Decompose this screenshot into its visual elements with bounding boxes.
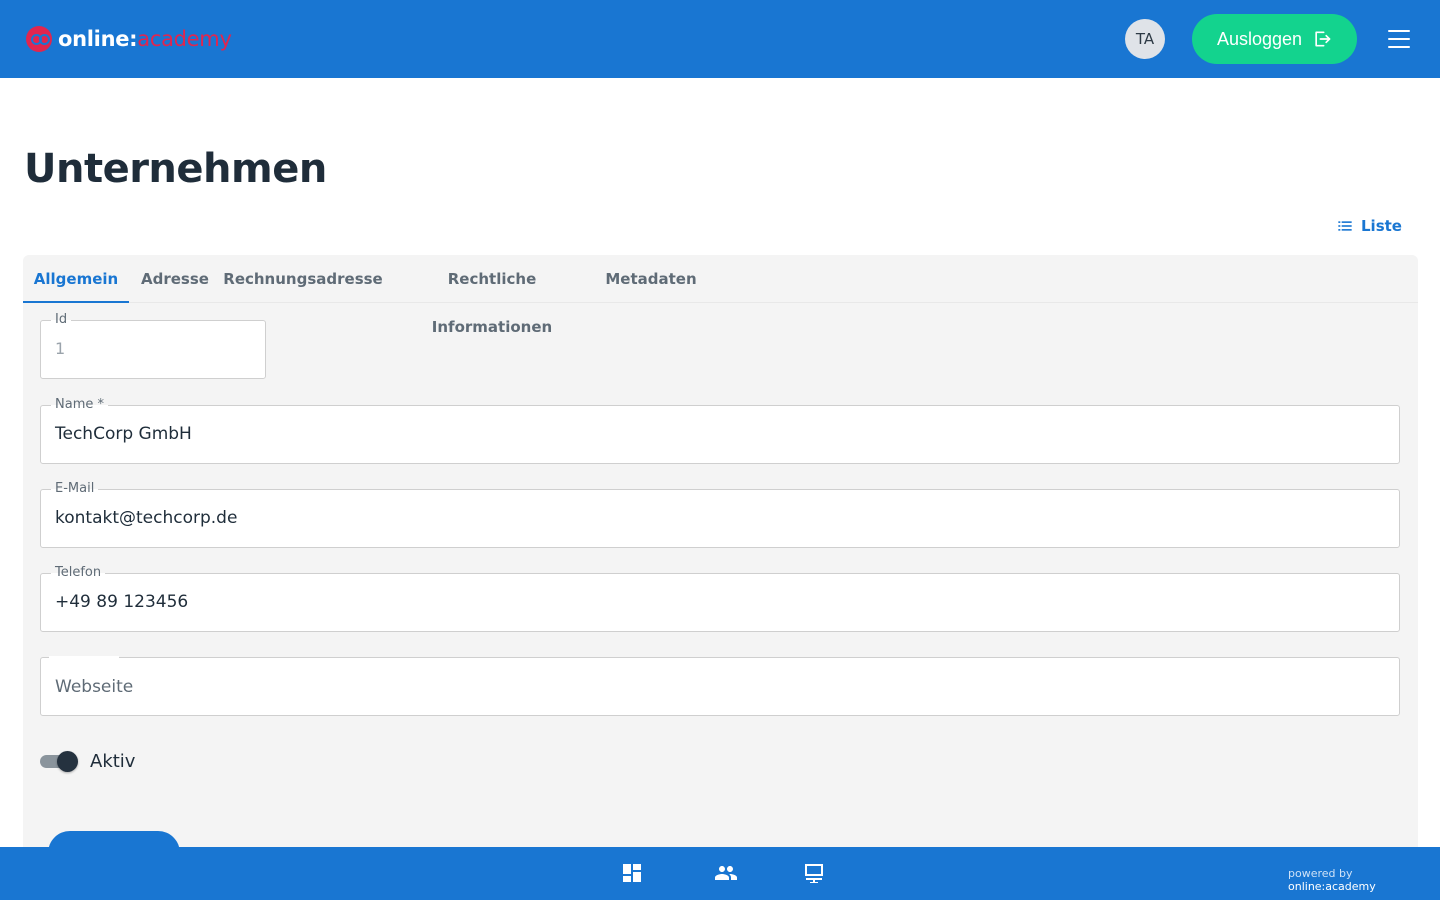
phone-field[interactable]: Telefon +49 89 123456 bbox=[40, 565, 1400, 632]
active-toggle-row[interactable]: Aktiv bbox=[40, 750, 135, 772]
logo-text-part1: online: bbox=[58, 27, 138, 51]
tab-rechnungsadresse[interactable]: Rechnungsadresse bbox=[221, 255, 385, 303]
website-field[interactable]: Webseite bbox=[40, 656, 1400, 716]
logo-text-part2: academy bbox=[137, 27, 232, 51]
logo-text: online:academy bbox=[58, 27, 232, 51]
website-field-notch bbox=[49, 656, 119, 660]
powered-by-brand: online:academy bbox=[1288, 880, 1376, 893]
id-field-label: Id bbox=[51, 312, 72, 328]
name-field-label: Name * bbox=[51, 397, 108, 413]
id-field-value: 1 bbox=[55, 339, 66, 358]
people-icon[interactable] bbox=[714, 861, 738, 885]
phone-field-label: Telefon bbox=[51, 565, 106, 581]
avatar[interactable]: TA bbox=[1125, 19, 1165, 59]
tab-metadaten[interactable]: Metadaten bbox=[599, 255, 703, 303]
email-field-label: E-Mail bbox=[51, 481, 99, 497]
company-form-card: Allgemein Adresse Rechnungsadresse Recht… bbox=[23, 255, 1418, 875]
tab-adresse[interactable]: Adresse bbox=[129, 255, 221, 303]
top-bar: online:academy TA Ausloggen bbox=[0, 0, 1440, 78]
active-toggle[interactable] bbox=[40, 750, 78, 772]
logout-button-label: Ausloggen bbox=[1216, 28, 1303, 49]
list-view-link[interactable]: Liste bbox=[1337, 217, 1402, 235]
phone-field-value[interactable]: +49 89 123456 bbox=[55, 592, 188, 612]
logout-button[interactable]: Ausloggen bbox=[1192, 14, 1357, 64]
email-field-value[interactable]: kontakt@techcorp.de bbox=[55, 508, 237, 528]
tab-allgemein[interactable]: Allgemein bbox=[23, 255, 129, 303]
presentation-icon[interactable] bbox=[802, 861, 826, 885]
tab-rechtliche-informationen[interactable]: Rechtliche Informationen bbox=[385, 255, 599, 336]
logo[interactable]: online:academy bbox=[26, 24, 232, 54]
powered-by-prefix: powered by bbox=[1288, 867, 1353, 880]
website-field-placeholder[interactable]: Webseite bbox=[55, 677, 133, 697]
list-view-link-label: Liste bbox=[1361, 217, 1402, 235]
bottom-nav-bar: powered by online:academy bbox=[0, 847, 1440, 900]
logo-mark-icon bbox=[26, 26, 52, 52]
powered-by-text: powered by online:academy bbox=[1288, 867, 1440, 893]
tab-bar: Allgemein Adresse Rechnungsadresse Recht… bbox=[23, 255, 1418, 336]
name-field[interactable]: Name * TechCorp GmbH bbox=[40, 397, 1400, 464]
name-field-value[interactable]: TechCorp GmbH bbox=[55, 424, 192, 444]
active-toggle-label: Aktiv bbox=[90, 750, 136, 772]
page-title: Unternehmen bbox=[24, 146, 327, 192]
toggle-thumb bbox=[57, 751, 78, 772]
list-icon bbox=[1338, 221, 1352, 231]
id-field: Id 1 bbox=[40, 312, 266, 379]
hamburger-menu-icon[interactable] bbox=[1386, 27, 1412, 51]
dashboard-icon[interactable] bbox=[620, 861, 644, 885]
logout-icon bbox=[1315, 31, 1331, 47]
email-field[interactable]: E-Mail kontakt@techcorp.de bbox=[40, 481, 1400, 548]
